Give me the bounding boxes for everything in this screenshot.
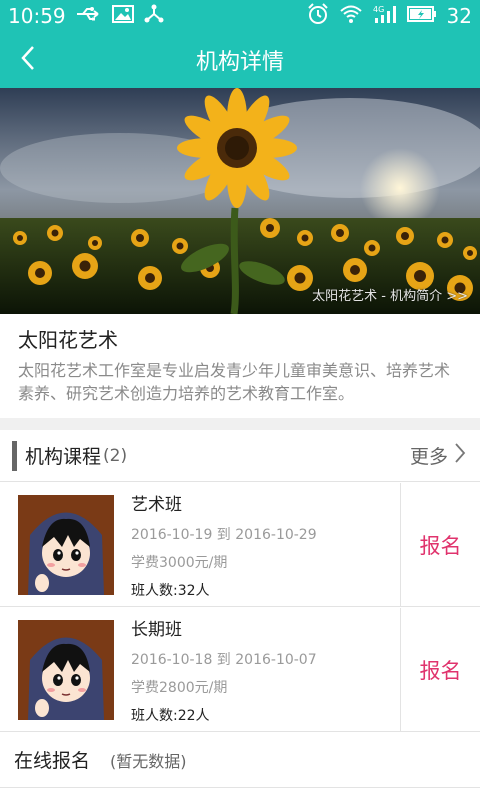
course-name: 长期班	[131, 619, 182, 640]
course-dates: 2016-10-18 到 2016-10-07	[131, 651, 317, 668]
alarm-icon	[307, 3, 329, 29]
course-item[interactable]: 长期班 2016-10-18 到 2016-10-07 学费2800元/期 班人…	[0, 608, 480, 732]
courses-count: (2)	[103, 445, 128, 466]
course-item[interactable]: 艺术班 2016-10-19 到 2016-10-29 学费3000元/期 班人…	[0, 483, 480, 607]
back-button[interactable]	[12, 42, 44, 78]
wifi-icon	[339, 4, 363, 28]
svg-text:4G: 4G	[373, 5, 384, 14]
section-marker	[12, 440, 17, 471]
course-avatar	[18, 619, 114, 720]
battery-icon	[406, 6, 437, 26]
empty-state-text: (暂无数据)	[110, 751, 187, 771]
courses-title: 机构课程	[25, 446, 102, 468]
course-text: 长期班 2016-10-18 到 2016-10-07 学费2800元/期 班人…	[131, 615, 317, 725]
banner-caption[interactable]: 太阳花艺术 - 机构简介 >>	[312, 285, 468, 304]
signup-button[interactable]: 报名	[401, 483, 480, 606]
course-fee: 学费3000元/期	[131, 554, 228, 571]
image-icon	[111, 5, 134, 27]
sunflower-image	[0, 88, 480, 314]
section-divider	[0, 418, 480, 430]
course-dates: 2016-10-19 到 2016-10-29	[131, 526, 317, 543]
share-icon	[144, 4, 164, 28]
online-signup-title: 在线报名	[14, 750, 91, 772]
usb-icon	[76, 6, 102, 26]
chevron-left-icon	[20, 44, 36, 76]
status-bar: 10:59 4G 32	[0, 0, 480, 32]
chevron-right-icon	[454, 442, 466, 469]
org-description: 太阳花艺术工作室是专业启发青少年儿童审美意识、培养艺术素养、研究艺术创造力培养的…	[18, 361, 451, 403]
banner[interactable]: 太阳花艺术 - 机构简介 >>	[0, 88, 480, 314]
course-text: 艺术班 2016-10-19 到 2016-10-29 学费3000元/期 班人…	[131, 490, 317, 600]
signup-button[interactable]: 报名	[401, 608, 480, 731]
course-class-size: 班人数:32人	[131, 582, 210, 599]
course-name: 艺术班	[131, 494, 182, 515]
more-button[interactable]: 更多	[410, 442, 466, 469]
title-bar: 机构详情	[0, 32, 480, 88]
org-name: 太阳花艺术	[18, 328, 118, 352]
courses-header: 机构课程 (2) 更多	[0, 430, 480, 482]
course-fee: 学费2800元/期	[131, 679, 228, 696]
status-time: 10:59	[8, 4, 66, 28]
course-main[interactable]: 艺术班 2016-10-19 到 2016-10-29 学费3000元/期 班人…	[0, 483, 401, 606]
signal-icon: 4G	[373, 4, 397, 28]
more-label: 更多	[409, 446, 448, 468]
battery-level: 32	[446, 4, 472, 28]
course-main[interactable]: 长期班 2016-10-18 到 2016-10-07 学费2800元/期 班人…	[0, 608, 401, 731]
online-signup-section: 在线报名 (暂无数据)	[0, 732, 480, 788]
page-title: 机构详情	[195, 50, 284, 75]
course-class-size: 班人数:22人	[131, 707, 210, 724]
course-avatar	[18, 494, 114, 595]
org-info: 太阳花艺术 太阳花艺术工作室是专业启发青少年儿童审美意识、培养艺术素养、研究艺术…	[0, 314, 480, 418]
